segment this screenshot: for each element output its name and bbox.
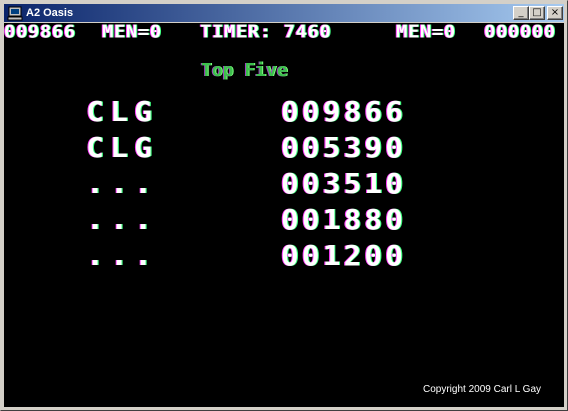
- score-value: 001880: [281, 203, 407, 236]
- score-initials: CLG: [86, 95, 159, 128]
- score-initials: ...: [86, 203, 159, 236]
- player2-men: MEN=0: [396, 23, 456, 43]
- player1-men: MEN=0: [102, 23, 162, 43]
- timer: TIMER: 7460: [200, 23, 332, 43]
- minimize-icon: _: [518, 7, 524, 18]
- score-value: 003510: [281, 167, 407, 200]
- apple-computer-icon: [7, 6, 23, 21]
- score-value: 001200: [281, 239, 407, 272]
- score-value: 009866: [281, 95, 407, 128]
- close-icon: ×: [550, 7, 560, 18]
- maximize-icon: □: [532, 7, 542, 18]
- copyright-notice: Copyright 2009 Carl L Gay: [423, 384, 542, 395]
- high-scores-heading: Top Five: [201, 60, 288, 81]
- score-value: 005390: [281, 131, 407, 164]
- window-title: A2 Oasis: [26, 7, 74, 19]
- high-score-row: ... 001200: [4, 240, 564, 274]
- high-score-row: ... 001880: [4, 204, 564, 238]
- score-initials: CLG: [86, 131, 159, 164]
- score-initials: ...: [86, 239, 159, 272]
- close-button[interactable]: ×: [547, 6, 563, 20]
- minimize-button[interactable]: _: [513, 6, 529, 20]
- high-score-row: ... 003510: [4, 168, 564, 202]
- title-bar[interactable]: A2 Oasis _ □ ×: [4, 4, 564, 22]
- high-score-row: CLG 009866: [4, 96, 564, 130]
- score-initials: ...: [86, 167, 159, 200]
- game-screen[interactable]: 009866 MEN=0 TIMER: 7460 MEN=0 000000 To…: [4, 23, 564, 407]
- high-score-row: CLG 005390: [4, 132, 564, 166]
- app-window: A2 Oasis _ □ × 009866 MEN=0 TIMER: 7460 …: [0, 0, 568, 411]
- player2-score: 000000: [484, 23, 556, 43]
- player1-score: 009866: [4, 23, 76, 43]
- maximize-button[interactable]: □: [529, 6, 545, 20]
